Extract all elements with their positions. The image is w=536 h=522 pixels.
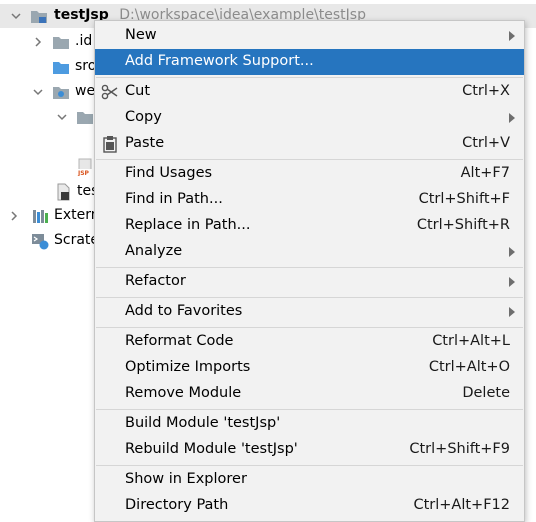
tree-item-label: Scrate [54,232,100,248]
menu-item-find-usages[interactable]: Find Usages Alt+F7 [95,161,524,187]
submenu-arrow-icon [508,112,516,124]
tree-item[interactable]: Extern [0,204,100,228]
clipboard-icon [101,135,119,153]
tree-item[interactable]: JSP [0,155,100,179]
menu-item-shortcut: Ctrl+V [462,135,510,151]
menu-separator [96,267,523,268]
menu-item-label: Paste [125,135,165,151]
menu-item-label: Analyze [125,243,183,259]
menu-item-add-framework-support[interactable]: Add Framework Support... [95,49,524,75]
tree-item[interactable]: tes [0,180,100,204]
module-folder-icon [30,7,48,25]
menu-separator [96,297,523,298]
tree-item[interactable] [0,105,100,129]
menu-item-label: Add Framework Support... [125,53,314,69]
chevron-down-icon[interactable] [55,110,69,124]
menu-item-new[interactable]: New [95,23,524,49]
menu-item-label: Show in Explorer [125,471,247,487]
menu-item-label: Remove Module [125,385,242,401]
menu-item-shortcut: Ctrl+Alt+L [432,333,510,349]
scissors-icon [101,83,119,101]
menu-item-refactor[interactable]: Refactor [95,269,524,295]
menu-item-label: Build Module 'testJsp' [125,415,281,431]
tree-item-label: we [75,83,96,99]
menu-item-replace-in-path[interactable]: Replace in Path... Ctrl+Shift+R [95,213,524,239]
menu-separator [96,159,523,160]
iml-file-icon [54,183,72,201]
context-menu: New Add Framework Support... Cut Ctrl+X … [94,20,525,522]
tree-item[interactable]: Scrate [0,229,100,253]
menu-item-add-to-favorites[interactable]: Add to Favorites [95,299,524,325]
submenu-arrow-icon [508,246,516,258]
chevron-right-icon[interactable] [31,35,45,49]
submenu-arrow-icon [508,306,516,318]
menu-item-label: Optimize Imports [125,359,251,375]
folder-icon [52,33,70,51]
menu-item-label: Cut [125,83,150,99]
menu-item-directory-path[interactable]: Directory Path Ctrl+Alt+F12 [95,493,524,519]
libraries-icon [31,207,49,225]
menu-item-rebuild-module[interactable]: Rebuild Module 'testJsp' Ctrl+Shift+F9 [95,437,524,463]
menu-item-shortcut: Ctrl+Alt+O [428,359,510,375]
menu-item-remove-module[interactable]: Remove Module Delete [95,381,524,407]
menu-item-label: Reformat Code [125,333,234,349]
menu-item-shortcut: Ctrl+Shift+F [418,191,510,207]
menu-item-shortcut: Ctrl+Shift+F9 [409,441,510,457]
tree-item[interactable]: .id [0,30,100,54]
folder-icon [76,108,94,126]
menu-item-shortcut: Delete [462,385,510,401]
menu-item-copy[interactable]: Copy [95,105,524,131]
menu-item-analyze[interactable]: Analyze [95,239,524,265]
menu-separator [96,409,523,410]
menu-item-label: Add to Favorites [125,303,243,319]
menu-item-reformat-code[interactable]: Reformat Code Ctrl+Alt+L [95,329,524,355]
tree-item[interactable]: we [0,80,100,104]
menu-item-label: Find in Path... [125,191,223,207]
menu-item-label: Replace in Path... [125,217,251,233]
menu-item-label: New [125,27,157,43]
menu-separator [96,465,523,466]
menu-separator [96,77,523,78]
menu-item-label: Find Usages [125,165,213,181]
menu-item-label: Refactor [125,273,186,289]
submenu-arrow-icon [508,30,516,42]
menu-item-cut[interactable]: Cut Ctrl+X [95,79,524,105]
menu-item-label: Rebuild Module 'testJsp' [125,441,298,457]
tree-item-label: Extern [54,207,100,223]
menu-item-shortcut: Alt+F7 [460,165,510,181]
jsp-file-icon: JSP [76,158,94,177]
scratches-icon [31,232,49,250]
chevron-down-icon[interactable] [9,9,23,23]
svg-text:JSP: JSP [77,170,90,176]
menu-item-build-module[interactable]: Build Module 'testJsp' [95,411,524,437]
source-folder-icon [52,58,70,76]
menu-item-show-in-explorer[interactable]: Show in Explorer [95,467,524,493]
menu-item-paste[interactable]: Paste Ctrl+V [95,131,524,157]
menu-item-shortcut: Ctrl+X [462,83,510,99]
chevron-down-icon[interactable] [31,85,45,99]
menu-separator [96,327,523,328]
menu-item-shortcut: Ctrl+Shift+R [416,217,510,233]
web-folder-icon [52,83,70,101]
menu-item-optimize-imports[interactable]: Optimize Imports Ctrl+Alt+O [95,355,524,381]
tree-item-label: .id [75,33,93,49]
submenu-arrow-icon [508,276,516,288]
tree-item[interactable]: sro [0,55,100,79]
chevron-right-icon[interactable] [7,209,21,223]
menu-item-label: Copy [125,109,162,125]
menu-item-find-in-path[interactable]: Find in Path... Ctrl+Shift+F [95,187,524,213]
